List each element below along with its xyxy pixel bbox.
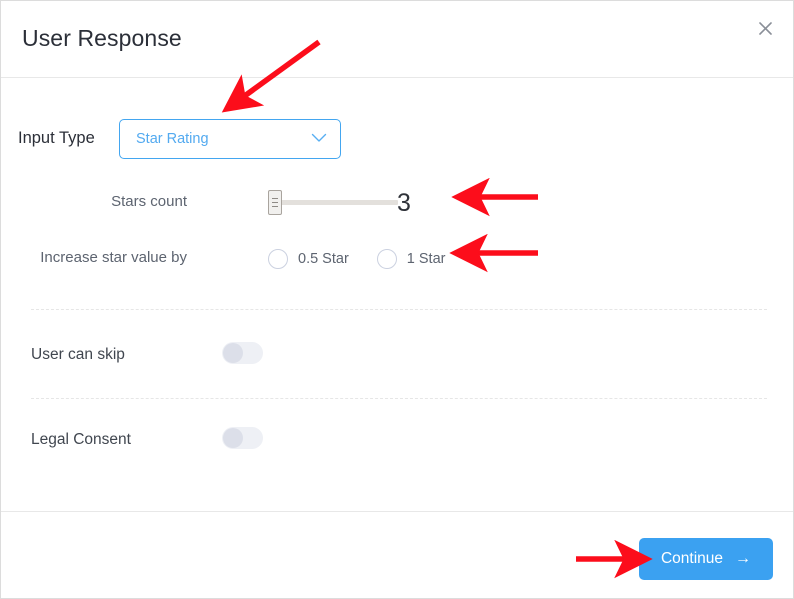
stars-count-value: 3 — [397, 189, 411, 217]
continue-button-label: Continue — [660, 550, 723, 567]
slider-track[interactable] — [272, 200, 398, 205]
user-response-dialog: User Response Input Type Star Rating Sta… — [0, 0, 794, 599]
legal-consent-toggle[interactable] — [222, 427, 263, 449]
page-title: User Response — [22, 25, 182, 51]
increase-star-value-row: Increase star value by 0.5 Star 1 Star — [1, 242, 793, 276]
legal-consent-label: Legal Consent — [31, 431, 131, 448]
input-type-select[interactable]: Star Rating — [119, 119, 341, 159]
close-icon[interactable] — [753, 16, 777, 40]
toggle-knob — [223, 343, 243, 363]
chevron-down-icon — [311, 133, 327, 143]
increase-star-value-radio-group: 0.5 Star 1 Star — [268, 242, 445, 276]
stars-count-row: Stars count 3 — [1, 184, 793, 224]
divider — [31, 398, 767, 399]
radio-circle-icon — [268, 249, 288, 269]
increase-star-value-label: Increase star value by — [40, 249, 187, 266]
radio-option-half-star[interactable]: 0.5 Star — [268, 249, 349, 269]
input-type-label: Input Type — [18, 129, 95, 147]
slider-handle-grip-icon[interactable] — [268, 190, 282, 215]
radio-option-one-star[interactable]: 1 Star — [376, 249, 446, 269]
divider — [31, 309, 767, 310]
input-type-row: Input Type Star Rating — [1, 119, 793, 159]
radio-option-label: 0.5 Star — [298, 251, 349, 267]
continue-button[interactable]: Continue → — [638, 538, 773, 580]
input-type-selected-value: Star Rating — [136, 131, 209, 147]
dialog-header: User Response — [1, 1, 793, 78]
arrow-right-icon: → — [735, 550, 751, 567]
stars-count-slider[interactable] — [268, 184, 398, 222]
user-can-skip-row: User can skip — [1, 335, 793, 375]
user-can-skip-toggle[interactable] — [222, 342, 263, 364]
dialog-body: Input Type Star Rating Stars count 3 Inc… — [1, 79, 793, 511]
user-can-skip-label: User can skip — [31, 346, 125, 363]
legal-consent-row: Legal Consent — [1, 420, 793, 460]
dialog-footer: Continue → — [1, 511, 793, 598]
toggle-knob — [223, 428, 243, 448]
radio-circle-icon — [376, 249, 397, 269]
radio-option-label: 1 Star — [406, 251, 446, 267]
stars-count-label: Stars count — [111, 193, 187, 210]
